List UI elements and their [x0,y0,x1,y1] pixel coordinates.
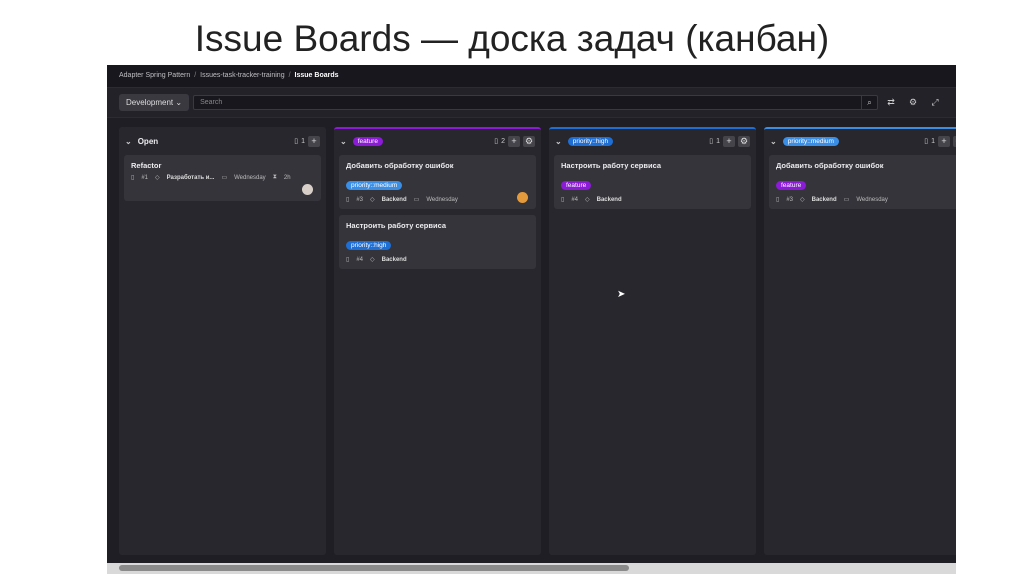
issue-title[interactable]: Добавить обработку ошибок [346,161,529,170]
add-issue-button[interactable]: + [938,135,950,147]
issue-card[interactable]: Добавить обработку ошибок feature ▯ #3 ◇ Ba… [769,155,956,209]
breadcrumb-project-group[interactable]: Adapter Spring Pattern [119,72,190,79]
issue-icon: ▯ [494,138,499,145]
add-issue-button[interactable]: + [723,135,735,147]
milestone-icon: ◇ [800,197,805,203]
milestone: Backend [596,196,622,203]
hourglass-icon: ⧗ [272,174,277,180]
chevron-down-icon[interactable]: ⌄ [125,137,132,146]
breadcrumb-current[interactable]: Issue Boards [295,72,339,79]
issue-card[interactable]: Настроить работу сервиса priority::high … [339,215,536,269]
fullscreen-icon[interactable]: ⤢ [926,97,944,108]
chevron-down-icon[interactable]: ⌄ [770,137,777,146]
chevron-down-icon[interactable]: ⌄ [555,137,562,146]
issue-label[interactable]: feature [776,181,807,190]
issue-icon: ▯ [294,138,299,145]
gear-icon[interactable]: ⚙ [738,135,750,147]
issue-icon: ▯ [131,175,135,181]
slide-title: Issue Boards — доска задач (канбан) [194,18,830,59]
chevron-down-icon: ⌄ [175,98,183,107]
board-column-feature: ⌄ feature ▯ 2 + ⚙ Добавить обработку ошибок … [334,127,541,555]
issue-id: #4 [356,256,363,263]
column-label: feature [352,136,383,146]
board-selector[interactable]: Development ⌄ [119,94,190,111]
column-title: Open [137,136,159,146]
add-issue-button[interactable]: + [308,135,320,147]
mouse-cursor-icon: ➤ [617,289,626,300]
milestone: Backend [381,256,407,263]
board-column-priority-medium: ⌄priority::medium ▯1+⚙ Добавить обработк… [764,127,956,555]
issue-id: #3 [786,196,793,203]
gear-icon[interactable]: ⚙ [523,135,535,147]
issue-icon: ▯ [709,138,714,145]
breadcrumb: Adapter Spring Pattern / Issues-task-track… [107,65,956,88]
milestone: Разработать и... [166,174,215,181]
milestone: Backend [381,196,407,203]
milestone: Backend [811,196,837,203]
issue-icon: ▯ [924,138,929,145]
issue-icon: ▯ [346,257,350,263]
calendar-icon: ▭ [843,197,850,203]
issue-title[interactable]: Добавить обработку ошибок [776,161,956,170]
issue-count: 1 [716,137,720,145]
search-icon[interactable]: ⌕ [861,96,877,109]
board-toolbar: Development ⌄ Search ⌕ ⇄ ⚙ ⤢ [107,88,956,118]
breadcrumb-project[interactable]: Issues-task-tracker-training [200,72,284,79]
gear-icon[interactable]: ⚙ [904,97,922,108]
issue-icon: ▯ [776,197,780,203]
column-label: priority::medium [782,136,839,146]
issue-title[interactable]: Настроить работу сервиса [346,221,529,230]
horizontal-scrollbar[interactable] [107,563,956,574]
due-date: Wednesday [234,174,266,181]
time-estimate: 2h [283,174,291,181]
due-date: Wednesday [856,196,888,203]
issue-title[interactable]: Refactor [131,161,314,170]
issue-count: 1 [931,137,935,145]
board-name: Development [126,98,174,107]
issue-icon: ▯ [561,197,565,203]
avatar[interactable] [302,184,313,195]
board-column-priority-high: ⌄ priority::high ▯ 1 + ⚙ Настроить работу се… [549,127,756,555]
scrollbar-thumb[interactable] [119,565,629,571]
search-placeholder: Search [200,99,223,106]
issue-count: 1 [301,137,305,145]
issue-count: 2 [501,137,505,145]
calendar-icon: ▭ [221,175,228,181]
gitlab-board-screenshot: Adapter Spring Pattern / Issues-task-track… [107,65,956,574]
issue-id: #4 [571,196,578,203]
milestone-icon: ◇ [585,197,590,203]
issue-card[interactable]: Refactor ▯ #1 ◇ Разработать и... ▭ Wednesday ⧗… [124,155,321,201]
due-date: Wednesday [426,196,458,203]
issue-title[interactable]: Настроить работу сервиса [561,161,744,170]
column-label: priority::high [567,136,614,146]
milestone-icon: ◇ [370,257,375,263]
issue-label[interactable]: priority::high [346,241,392,250]
search-input[interactable]: Search ⌕ [193,95,878,110]
milestone-icon: ◇ [370,197,375,203]
issue-card[interactable]: Добавить обработку ошибок priority::medi… [339,155,536,209]
calendar-icon: ▭ [413,197,420,203]
issue-icon: ▯ [346,197,350,203]
issue-label[interactable]: priority::medium [346,181,403,190]
milestone-icon: ◇ [155,175,160,181]
issue-id: #1 [141,174,148,181]
chevron-down-icon[interactable]: ⌄ [340,137,347,146]
avatar[interactable] [517,192,528,203]
swap-icon[interactable]: ⇄ [882,97,900,108]
board-column-open: ⌄ Open ▯ 1 + Refactor ▯ #1 ◇ Разработать и... ▭… [119,127,326,555]
gear-icon[interactable]: ⚙ [953,135,956,147]
add-issue-button[interactable]: + [508,135,520,147]
issue-label[interactable]: feature [561,181,592,190]
issue-card[interactable]: Настроить работу сервиса feature ▯ #4 ◇ Bac… [554,155,751,209]
issue-id: #3 [356,196,363,203]
